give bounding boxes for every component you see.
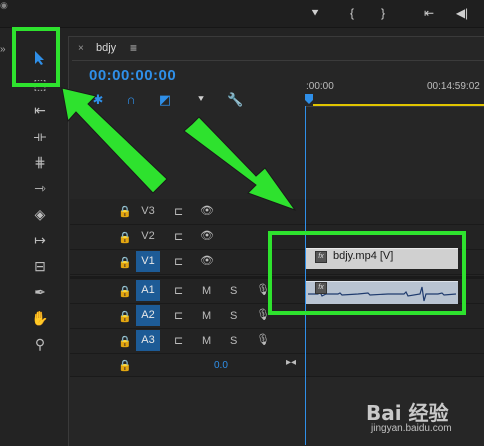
watermark-url: jingyan.baidu.com — [371, 423, 452, 434]
watermark-logo: Bai 经验 — [366, 401, 449, 425]
arrow-to-clip — [183, 116, 297, 212]
arrow-to-selection-tool — [61, 87, 168, 194]
annotation-arrows — [61, 87, 297, 212]
